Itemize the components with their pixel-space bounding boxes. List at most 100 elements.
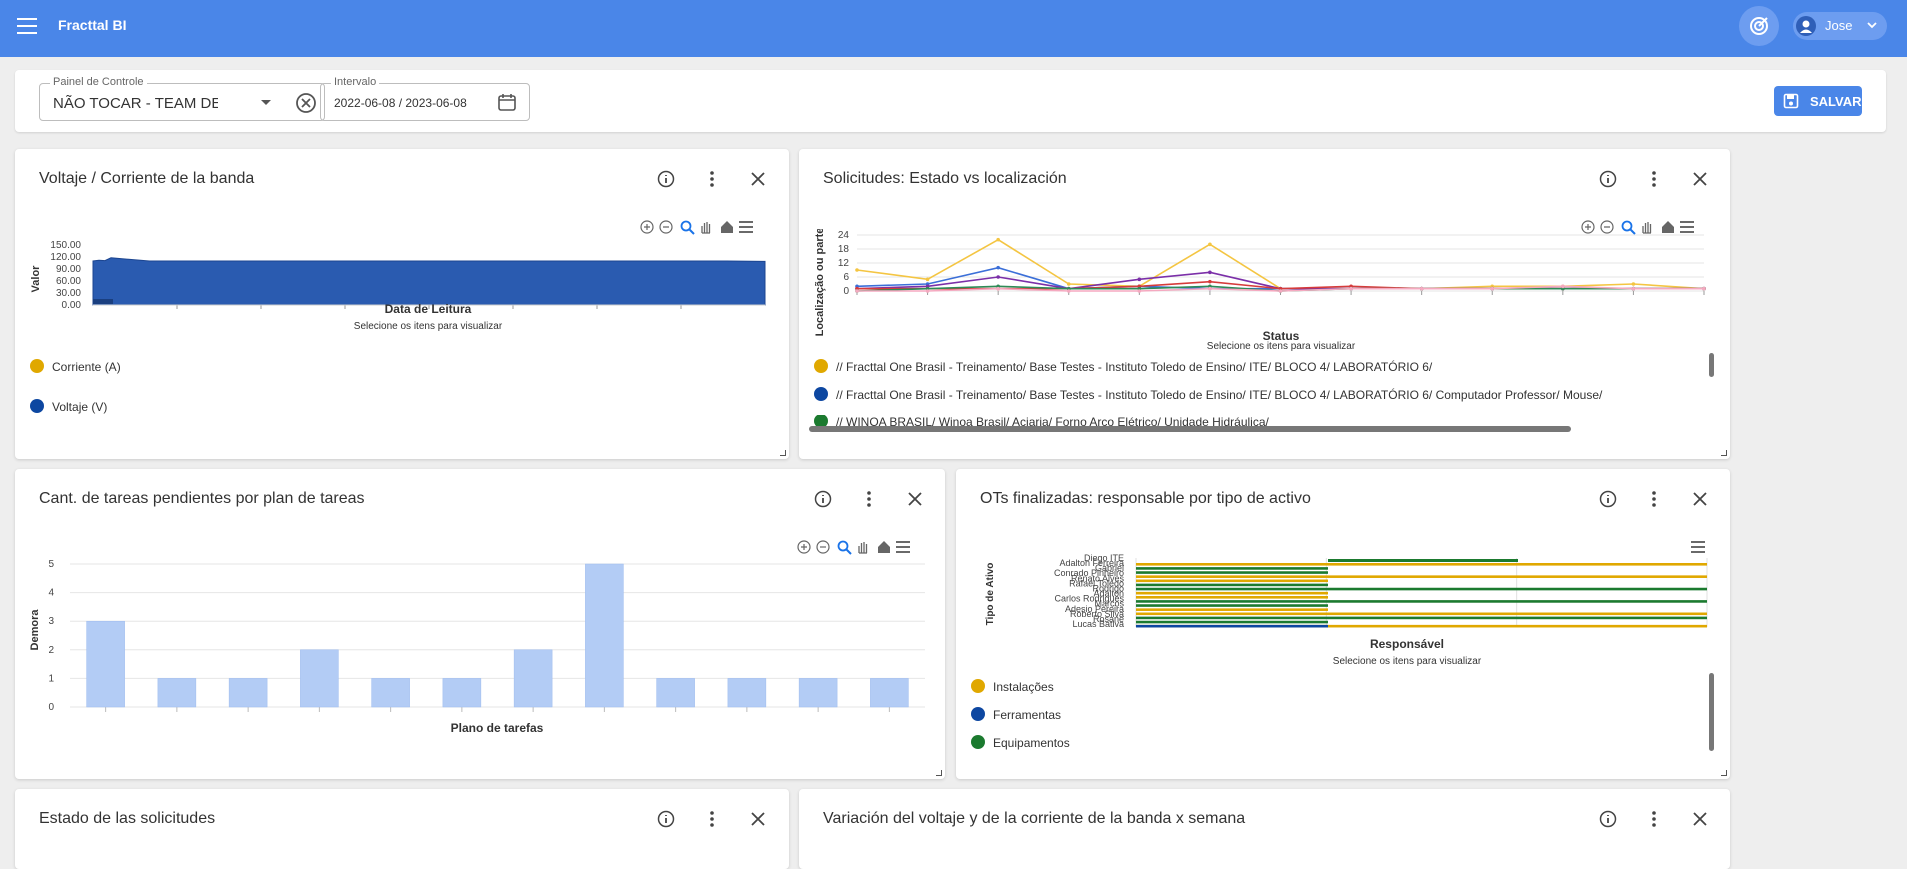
bar[interactable] [442, 678, 482, 708]
bar-segment[interactable] [1136, 600, 1707, 603]
chart-toolbar [797, 540, 917, 556]
bar[interactable] [300, 649, 339, 708]
more-options-icon[interactable] [698, 805, 726, 833]
bar-segment[interactable] [1136, 620, 1328, 624]
current-series-mark [93, 299, 113, 304]
close-icon[interactable] [901, 485, 929, 513]
zoom-out-icon[interactable] [659, 220, 675, 236]
pan-icon[interactable] [699, 220, 715, 236]
tour-button[interactable] [1739, 6, 1779, 46]
requests-chart: 24181260 Status Localização ou parte [814, 229, 1706, 343]
bar-segment[interactable] [1328, 616, 1707, 620]
bar-segment[interactable] [1136, 583, 1328, 587]
bar[interactable] [656, 678, 695, 708]
resize-handle[interactable] [780, 450, 786, 456]
bar[interactable] [870, 678, 909, 708]
bar-segment[interactable] [1136, 612, 1707, 616]
selection-zoom-icon[interactable] [680, 220, 696, 236]
bar-segment[interactable] [1136, 604, 1328, 607]
y-tick-label: 0.00 [62, 300, 82, 311]
resize-handle[interactable] [936, 770, 942, 776]
series-point [996, 286, 1000, 291]
chart-menu-icon[interactable] [738, 220, 754, 236]
bar-segment[interactable] [1136, 567, 1328, 570]
chart-menu-icon[interactable] [895, 540, 911, 556]
info-icon[interactable] [1594, 805, 1622, 833]
top-app-bar: Fracttal BI Jose [0, 0, 1907, 57]
legend-label: Equipamentos [993, 736, 1070, 750]
bar-segment[interactable] [1136, 587, 1707, 591]
close-icon[interactable] [744, 805, 772, 833]
bar[interactable] [585, 563, 624, 708]
info-icon[interactable] [809, 485, 837, 513]
bar-segment[interactable] [1136, 575, 1707, 578]
card-title: Solicitudes: Estado vs localización [823, 170, 1067, 187]
bar[interactable] [371, 678, 410, 708]
series-point [1490, 286, 1495, 291]
bar-segment[interactable] [1136, 579, 1328, 583]
bar-segment[interactable] [1136, 591, 1328, 595]
selection-zoom-icon[interactable] [837, 540, 853, 556]
bar-segment[interactable] [1328, 559, 1518, 562]
user-menu[interactable]: Jose [1793, 12, 1887, 40]
more-options-icon[interactable] [1640, 165, 1668, 193]
close-icon[interactable] [1686, 165, 1714, 193]
card-requests-location: Solicitudes: Estado vs localización 24 18… [799, 149, 1730, 459]
more-options-icon[interactable] [1640, 805, 1668, 833]
more-options-icon[interactable] [1640, 485, 1668, 513]
series-point [1702, 286, 1706, 291]
info-icon[interactable] [1594, 485, 1622, 513]
more-options-icon[interactable] [855, 485, 883, 513]
bar[interactable] [727, 678, 767, 708]
calendar-icon[interactable] [497, 92, 517, 112]
series-point [1631, 286, 1636, 291]
y-tick-label: 150.00 [50, 240, 81, 251]
legend-dot [971, 735, 985, 749]
legend-vertical-scrollbar[interactable] [1709, 673, 1714, 751]
bar-segment[interactable] [1136, 563, 1707, 566]
y-tick-label: 0 [48, 702, 54, 713]
more-options-icon[interactable] [698, 165, 726, 193]
legend-horizontal-scrollbar[interactable] [809, 426, 1571, 432]
bar-segment[interactable] [1136, 571, 1328, 574]
resize-handle[interactable] [1721, 770, 1727, 776]
panel-select[interactable]: Painel de Controle NÃO TOCAR - TEAM DE [39, 76, 325, 121]
bar-segment[interactable] [1136, 616, 1328, 620]
clear-icon[interactable] [295, 92, 317, 114]
panel-select-value: NÃO TOCAR - TEAM DE [53, 95, 218, 112]
info-icon[interactable] [652, 165, 680, 193]
close-icon[interactable] [1686, 805, 1714, 833]
hamburger-menu-icon[interactable] [17, 18, 37, 34]
chart-hint: Selecione os itens para visualizar [1333, 656, 1482, 667]
reset-zoom-icon[interactable] [720, 220, 736, 236]
bar-segment[interactable] [1136, 596, 1328, 599]
voltage-area-series [92, 257, 766, 306]
close-icon[interactable] [1686, 485, 1714, 513]
save-button[interactable]: SALVAR [1774, 86, 1862, 116]
zoom-in-icon[interactable] [640, 220, 656, 236]
user-name: Jose [1825, 18, 1853, 33]
reset-zoom-icon[interactable] [877, 540, 893, 556]
close-icon[interactable] [744, 165, 772, 193]
dropdown-arrow-icon[interactable] [260, 99, 272, 107]
bar-segment[interactable] [1136, 608, 1328, 611]
bar[interactable] [798, 678, 838, 708]
bar[interactable] [157, 678, 197, 708]
info-icon[interactable] [1594, 165, 1622, 193]
resize-handle[interactable] [1721, 450, 1727, 456]
zoom-out-icon[interactable] [816, 540, 832, 556]
card-actions [1594, 805, 1714, 833]
bar-segment[interactable] [1136, 624, 1328, 628]
info-icon[interactable] [652, 805, 680, 833]
interval-field[interactable]: Intervalo 2022-06-08 / 2023-06-08 [320, 76, 530, 121]
bar[interactable] [86, 620, 125, 708]
legend-vertical-scrollbar[interactable] [1709, 353, 1714, 377]
series-point [1208, 270, 1212, 275]
zoom-in-icon[interactable] [797, 540, 813, 556]
pan-icon[interactable] [856, 540, 872, 556]
bar[interactable] [513, 649, 553, 708]
card-title: Variación del voltaje y de la corriente … [823, 810, 1246, 827]
card-title: OTs finalizadas: responsable por tipo de… [980, 490, 1311, 507]
voltage-chart: 150.00120.0090.0060.0030.000.00 Data de … [30, 240, 766, 332]
bar[interactable] [228, 678, 268, 708]
